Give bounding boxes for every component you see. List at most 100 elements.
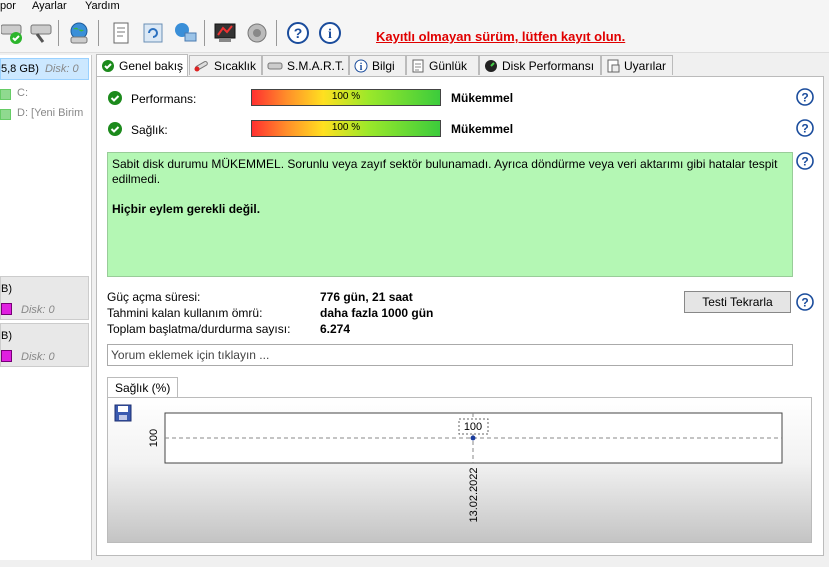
about-icon[interactable]: i bbox=[317, 20, 343, 46]
menu-item-settings[interactable]: Ayarlar bbox=[32, 0, 67, 13]
performance-ok-icon bbox=[108, 91, 122, 105]
smart-icon bbox=[267, 62, 283, 69]
status-bar bbox=[0, 561, 829, 567]
help-icon[interactable]: ? bbox=[796, 88, 814, 106]
tab-label: Günlük bbox=[429, 58, 468, 73]
disk-entry[interactable]: B) Disk: 0 bbox=[0, 323, 89, 367]
svg-text:i: i bbox=[360, 62, 363, 73]
disk-entry-sub: Disk: 0 bbox=[21, 351, 55, 363]
toolbar-separator bbox=[98, 20, 99, 46]
disk-tools-icon[interactable] bbox=[28, 20, 54, 46]
tab-health-chart[interactable]: Sağlık (%) bbox=[107, 377, 179, 397]
svg-text:?: ? bbox=[801, 155, 808, 169]
disk-size: 5,8 GB) bbox=[1, 63, 39, 75]
refresh-icon[interactable] bbox=[140, 20, 166, 46]
data-label: 100 bbox=[464, 421, 482, 433]
speaker-icon[interactable] bbox=[244, 20, 270, 46]
overview-panel: Performans: 100 % Mükemmel ? Sağlık: 100… bbox=[96, 76, 824, 556]
help-icon[interactable]: ? bbox=[796, 119, 814, 137]
disk-color-swatch bbox=[1, 350, 12, 362]
health-chart-area: 100 13.02.2022 100 bbox=[107, 397, 812, 543]
toolbar-separator bbox=[276, 20, 277, 46]
drive-label: C: bbox=[17, 87, 28, 99]
power-on-value: 776 gün, 21 saat bbox=[320, 290, 413, 304]
remaining-life-label: Tahmini kalan kullanım ömrü: bbox=[107, 306, 263, 320]
disk-entry-title: B) bbox=[1, 283, 12, 295]
status-message-box: Sabit disk durumu MÜKEMMEL. Sorunlu veya… bbox=[107, 152, 793, 277]
x-tick-label: 13.02.2022 bbox=[468, 467, 480, 522]
drive-color-swatch bbox=[0, 89, 11, 100]
tab-label: Genel bakış bbox=[119, 58, 184, 73]
disk-list-panel: 5,8 GB) Disk: 0 C: D: [Yeni Birim B) Dis… bbox=[0, 55, 92, 560]
tab-log[interactable]: Günlük bbox=[406, 55, 479, 75]
svg-text:?: ? bbox=[801, 91, 808, 105]
thermometer-icon bbox=[194, 60, 208, 71]
data-point bbox=[470, 435, 476, 441]
disk-entry-sub: Disk: 0 bbox=[21, 304, 55, 316]
tab-label: Disk Performansı bbox=[502, 58, 595, 73]
selected-disk-header[interactable]: 5,8 GB) Disk: 0 bbox=[0, 58, 89, 80]
menu-item-rapor[interactable]: por bbox=[0, 0, 16, 13]
toolbar-separator bbox=[204, 20, 205, 46]
help-icon[interactable]: ? bbox=[796, 293, 814, 311]
performance-bar: 100 % bbox=[251, 89, 441, 106]
drive-label: D: [Yeni Birim bbox=[17, 107, 84, 119]
drive-item[interactable]: C: bbox=[0, 83, 89, 103]
disk-number: Disk: 0 bbox=[44, 63, 79, 75]
tab-info[interactable]: i Bilgi bbox=[349, 55, 406, 75]
power-on-label: Güç açma süresi: bbox=[107, 290, 201, 304]
performance-label: Performans: bbox=[131, 92, 197, 106]
disk-entry[interactable]: B) Disk: 0 bbox=[0, 276, 89, 320]
disk-color-swatch bbox=[1, 303, 12, 315]
help-icon[interactable]: ? bbox=[796, 152, 814, 170]
health-bar: 100 % bbox=[251, 120, 441, 137]
health-chart: 100 13.02.2022 100 bbox=[148, 412, 783, 523]
drive-color-swatch bbox=[0, 109, 11, 120]
health-ok-icon bbox=[108, 122, 122, 136]
remaining-life-value: daha fazla 1000 gün bbox=[320, 306, 434, 320]
tab-smart[interactable]: S.M.A.R.T. bbox=[262, 55, 349, 75]
report-icon[interactable] bbox=[108, 20, 134, 46]
health-label: Sağlık: bbox=[131, 123, 168, 137]
tab-temperature[interactable]: Sıcaklık bbox=[189, 55, 262, 75]
svg-text:?: ? bbox=[294, 25, 303, 41]
unregistered-notice[interactable]: Kayıtlı olmayan sürüm, lütfen kayıt olun… bbox=[376, 29, 625, 44]
tab-label: Sıcaklık bbox=[214, 58, 257, 73]
svg-text:?: ? bbox=[801, 122, 808, 136]
tab-label: S.M.A.R.T. bbox=[287, 58, 345, 73]
log-icon bbox=[412, 59, 424, 72]
tab-overview[interactable]: Genel bakış bbox=[96, 54, 188, 76]
drive-item[interactable]: D: [Yeni Birim bbox=[0, 103, 89, 123]
check-circle-icon bbox=[102, 59, 114, 72]
health-value: 100 % bbox=[331, 122, 361, 133]
tab-disk-performance[interactable]: Disk Performansı bbox=[479, 55, 601, 75]
tab-label: Uyarılar bbox=[624, 58, 667, 73]
info-icon: i bbox=[354, 59, 368, 73]
performance-value: 100 % bbox=[331, 91, 361, 102]
health-verdict: Mükemmel bbox=[451, 122, 514, 136]
start-stop-value: 6.274 bbox=[320, 322, 351, 336]
menu-item-help[interactable]: Yardım bbox=[85, 0, 120, 13]
y-tick-label: 100 bbox=[148, 429, 160, 447]
alerts-icon bbox=[607, 59, 620, 72]
retest-button[interactable]: Testi Tekrarla bbox=[684, 291, 791, 313]
globe-disk-icon[interactable] bbox=[66, 20, 92, 46]
gauge-icon bbox=[485, 59, 497, 72]
disk-check-icon[interactable] bbox=[0, 20, 26, 46]
toolbar-separator bbox=[58, 20, 59, 46]
start-stop-label: Toplam başlatma/durdurma sayısı: bbox=[107, 322, 291, 336]
performance-verdict: Mükemmel bbox=[451, 91, 514, 105]
selected-disk[interactable]: 5,8 GB) Disk: 0 C: D: [Yeni Birim bbox=[0, 58, 89, 273]
tab-alerts[interactable]: Uyarılar bbox=[601, 55, 673, 75]
comment-input[interactable]: Yorum eklemek için tıklayın ... bbox=[107, 344, 793, 366]
network-icon[interactable] bbox=[172, 20, 198, 46]
svg-text:i: i bbox=[328, 27, 332, 42]
benchmark-icon[interactable] bbox=[212, 20, 238, 46]
help-icon[interactable]: ? bbox=[285, 20, 311, 46]
svg-text:?: ? bbox=[801, 296, 808, 310]
tab-label: Bilgi bbox=[372, 58, 395, 73]
disk-entry-title: B) bbox=[1, 330, 12, 342]
status-action: Hiçbir eylem gerekli değil. bbox=[112, 202, 261, 216]
status-message: Sabit disk durumu MÜKEMMEL. Sorunlu veya… bbox=[112, 157, 778, 186]
menu-bar: por Ayarlar Yardım bbox=[0, 0, 829, 14]
